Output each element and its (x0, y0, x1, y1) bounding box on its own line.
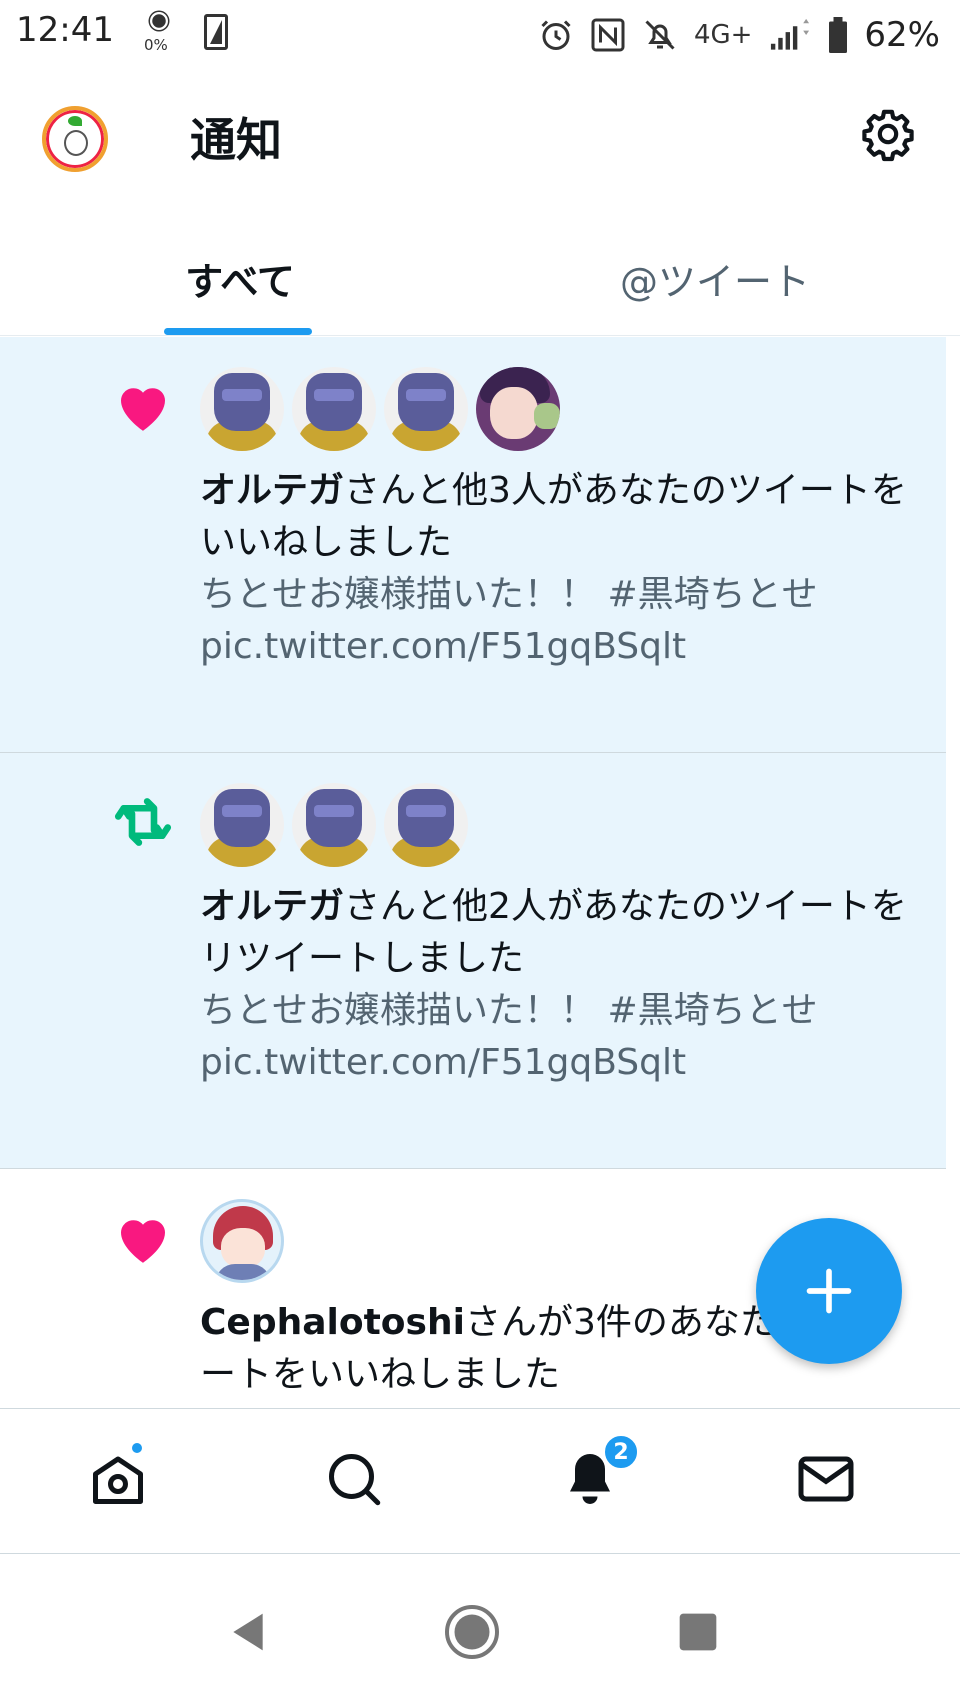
nav-notifications[interactable]: 2 (550, 1433, 640, 1519)
back-triangle-icon (233, 1613, 263, 1651)
avatar[interactable] (292, 783, 376, 867)
gear-icon (862, 109, 914, 162)
notification-text: オルテガさんと他3人があなたのツイートをいいねしました (200, 465, 910, 569)
tab-all-label: すべて (185, 259, 295, 304)
app-header: 通知 (0, 68, 960, 208)
compose-tweet-button[interactable] (756, 1218, 902, 1364)
phone-rotate-icon (204, 14, 228, 50)
home-circle-icon (445, 1605, 499, 1659)
page-title: 通知 (190, 113, 282, 167)
sun-icon (152, 14, 166, 28)
active-tab-indicator (164, 328, 312, 335)
system-home-button[interactable] (440, 1600, 504, 1664)
signal-icon (771, 18, 810, 50)
system-recents-button[interactable] (666, 1600, 730, 1664)
status-time: 12:41 (16, 10, 114, 50)
recents-square-icon (679, 1613, 717, 1651)
avatar-face (64, 130, 88, 156)
retweet-icon (114, 798, 172, 846)
actor-name[interactable]: オルテガ (200, 886, 344, 927)
actor-name[interactable]: Cephalotoshi (200, 1302, 465, 1343)
bottom-navigation: 2 (0, 1408, 960, 1554)
actor-name[interactable]: オルテガ (200, 470, 344, 511)
heart-icon (121, 388, 165, 431)
battery-icon (829, 17, 848, 53)
nav-search[interactable] (314, 1439, 394, 1519)
battery-percent: 62% (864, 15, 940, 55)
avatar[interactable] (384, 367, 468, 451)
actor-avatars (200, 367, 560, 451)
profile-avatar[interactable] (42, 106, 108, 172)
alarm-icon (541, 20, 571, 50)
system-navigation (0, 1556, 960, 1707)
status-bar: 12:41 0% 4G+ 62% (0, 0, 960, 68)
notification-count-badge: 2 (602, 1433, 640, 1471)
actor-avatars (200, 783, 468, 867)
settings-button[interactable] (856, 102, 920, 166)
home-new-indicator (130, 1441, 144, 1455)
network-type: 4G+ (693, 20, 753, 50)
tab-mentions-label: @ツイート (619, 259, 810, 304)
status-right-icons: 4G+ 62% (538, 10, 940, 60)
avatar-sprout (68, 116, 82, 126)
avatar[interactable] (292, 367, 376, 451)
mail-icon (798, 1456, 854, 1502)
notification-item[interactable]: オルテガさんと他2人があなたのツイートをリツイートしました ちとせお嬢様描いた！… (0, 753, 946, 1169)
brightness-indicator: 0% (144, 12, 174, 56)
plus-icon (806, 1268, 852, 1314)
notification-text: オルテガさんと他2人があなたのツイートをリツイートしました (200, 881, 910, 985)
nfc-icon (591, 18, 625, 52)
avatar[interactable] (476, 367, 560, 451)
notification-item[interactable]: オルテガさんと他3人があなたのツイートをいいねしました ちとせお嬢様描いた！！ … (0, 337, 946, 753)
nav-messages[interactable] (786, 1439, 866, 1519)
notification-tabs: すべて @ツイート (0, 220, 960, 336)
system-back-button[interactable] (216, 1600, 280, 1664)
actor-avatars (200, 1199, 284, 1283)
avatar[interactable] (384, 783, 468, 867)
tab-mentions[interactable]: @ツイート (590, 220, 840, 336)
tab-all[interactable]: すべて (140, 220, 340, 336)
search-icon (329, 1454, 381, 1506)
heart-icon (121, 1220, 165, 1263)
mute-notifications-icon (645, 20, 675, 50)
avatar[interactable] (200, 1199, 284, 1283)
tweet-snippet: ちとせお嬢様描いた！！ #黒埼ちとせ pic.twitter.com/F51gq… (200, 990, 818, 1083)
avatar[interactable] (200, 367, 284, 451)
avatar[interactable] (200, 783, 284, 867)
brightness-percent: 0% (144, 36, 168, 54)
home-icon (93, 1456, 143, 1504)
nav-home[interactable] (78, 1439, 158, 1519)
tweet-snippet: ちとせお嬢様描いた！！ #黒埼ちとせ pic.twitter.com/F51gq… (200, 574, 818, 667)
